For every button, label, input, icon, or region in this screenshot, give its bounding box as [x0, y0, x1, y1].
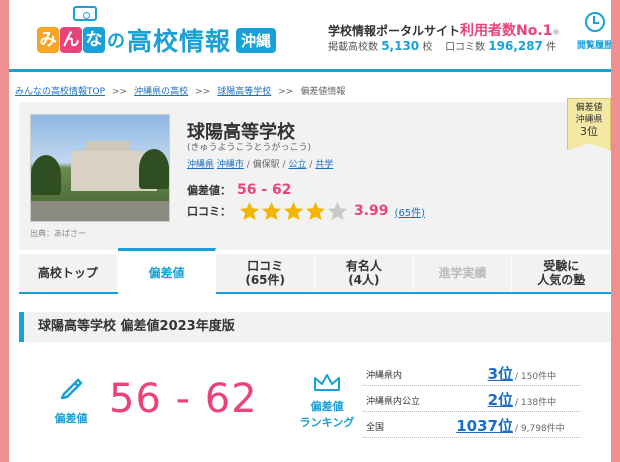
tab-label: 受験に [543, 259, 580, 273]
star-icon [262, 201, 281, 220]
review-row: 口コミ： 3.99 (65件) [187, 200, 425, 222]
logo-char: な [83, 27, 105, 53]
pencil-icon [60, 378, 83, 400]
ranking-value-link[interactable]: 3位 [443, 363, 513, 384]
tagline-highlight: 利用者数No.1 [460, 23, 553, 39]
tab-sub: (65件) [245, 273, 286, 287]
ranking-row: 沖縄県内公立 2位 / 138件中 [363, 386, 581, 412]
tag-station: / 偏保駅 / [246, 160, 286, 170]
tab-cram-school[interactable]: 受験に 人気の塾 [512, 254, 611, 292]
tab-label: 高校トップ [37, 266, 98, 280]
section-title: 球陽高等学校 偏差値2023年度版 [19, 312, 611, 342]
review-label: 口コミ： [187, 205, 231, 218]
rating-stars [239, 201, 348, 222]
ranking-label: 沖縄県内公立 [366, 397, 421, 407]
schools-label: 掲載高校数 [328, 42, 378, 53]
logo-char: ん [60, 27, 82, 53]
history-label: 閲覧履歴 [577, 41, 611, 51]
ranking-row: 沖縄県内 3位 / 150件中 [363, 360, 581, 386]
school-tags: 沖縄県 沖縄市 / 偏保駅 / 公立 / 共学 [187, 157, 333, 170]
ranking-icon-label2: ランキング [299, 416, 355, 429]
ranking-value-link[interactable]: 1037位 [443, 415, 513, 436]
tab-sub: (4人) [348, 273, 380, 287]
deviation-icon-label: 偏差値 [54, 412, 88, 425]
deviation-big-value: 56 - 62 [109, 376, 258, 422]
tab-label: 偏差値 [148, 265, 185, 280]
school-photo [30, 114, 170, 222]
logo-main-text: 高校情報 [127, 27, 232, 56]
ranking-total: / 138件中 [515, 398, 557, 408]
tag-city-link[interactable]: 沖縄市 [217, 160, 244, 170]
school-kana: (きゅうようこうとうがっこう) [187, 143, 312, 153]
breadcrumb-link[interactable]: 沖縄県の高校 [134, 87, 188, 97]
ranking-label: 全国 [366, 423, 385, 433]
star-icon [306, 201, 325, 220]
reviews-value: 196,287 [488, 39, 543, 53]
star-icon [284, 201, 303, 220]
breadcrumb-separator: >> [278, 87, 294, 97]
tab-label: 有名人 [345, 259, 382, 273]
review-count-link[interactable]: (65件) [395, 204, 426, 219]
breadcrumb: みんなの高校情報TOP >> 沖縄県の高校 >> 球陽高等学校 >> 偏差値情報 [15, 84, 345, 97]
deviation-value: 56 - 62 [237, 182, 292, 198]
ranking-label: 沖縄県内 [366, 371, 403, 381]
photo-credit: 出典：あばさー [30, 229, 86, 238]
reviews-unit: 件 [546, 42, 557, 53]
ranking-total: / 9,798件中 [515, 424, 565, 434]
breadcrumb-link[interactable]: みんなの高校情報TOP [15, 87, 105, 97]
logo-mina: み ん な [37, 27, 105, 53]
deviation-row: 偏差値： 56 - 62 [187, 182, 292, 198]
site-stats: 掲載高校数 5,130 校 口コミ数 196,287 件 [328, 38, 556, 53]
site-logo[interactable]: み ん な の 高校情報 沖縄 [37, 17, 277, 63]
tag-prefecture-link[interactable]: 沖縄県 [187, 160, 214, 170]
clock-history-icon [585, 12, 605, 32]
tab-label: 進学実績 [438, 266, 487, 280]
tab-results: 進学実績 [414, 254, 513, 292]
ranking-table: 沖縄県内 3位 / 150件中 沖縄県内公立 2位 / 138件中 全国 103… [363, 360, 581, 438]
rating-value: 3.99 [354, 203, 389, 219]
tab-celebrities[interactable]: 有名人 (4人) [315, 254, 414, 292]
reviews-label: 口コミ数 [445, 42, 486, 53]
breadcrumb-current: 偏差値情報 [300, 87, 346, 97]
deviation-block: 偏差値 [51, 372, 91, 426]
crown-icon [314, 374, 340, 391]
tab-deviation[interactable]: 偏差値 [117, 248, 217, 294]
deviation-label: 偏差値： [187, 184, 231, 197]
tagline-prefix: 学校情報ポータルサイト [328, 24, 461, 38]
site-header: み ん な の 高校情報 沖縄 学校情報ポータルサイト利用者数No.1※ 掲載高… [9, 0, 611, 72]
logo-no: の [107, 31, 125, 52]
breadcrumb-link[interactable]: 球陽高等学校 [217, 87, 271, 97]
page-frame: み ん な の 高校情報 沖縄 学校情報ポータルサイト利用者数No.1※ 掲載高… [9, 0, 611, 462]
tab-reviews[interactable]: 口コミ (65件) [216, 254, 316, 292]
schools-value: 5,130 [381, 39, 420, 53]
tab-label: 口コミ [247, 259, 284, 273]
tab-top[interactable]: 高校トップ [19, 254, 118, 292]
rank-badge-rank: 3位 [580, 125, 598, 138]
school-tabs: 高校トップ 偏差値 口コミ (65件) 有名人 (4人) 進学実績 受験に 人気の塾 [19, 248, 611, 294]
ranking-block: 偏差値 ランキング [299, 372, 355, 430]
ranking-total: / 150件中 [515, 372, 557, 382]
ranking-row: 全国 1037位 / 9,798件中 [363, 412, 581, 438]
tag-public-link[interactable]: 公立 [288, 160, 306, 170]
breadcrumb-separator: >> [112, 87, 128, 97]
tag-sep: / [309, 160, 313, 170]
tagline: 学校情報ポータルサイト利用者数No.1※ [328, 20, 560, 40]
star-icon [240, 201, 259, 220]
tab-sub: 人気の塾 [537, 273, 586, 287]
logo-prefecture: 沖縄 [236, 27, 277, 53]
tagline-note: ※ [552, 28, 560, 38]
logo-char: み [37, 27, 59, 53]
rank-badge: 偏差値 沖縄県 3位 [567, 98, 611, 150]
rank-badge-line: 偏差値 [575, 103, 603, 113]
schools-unit: 校 [422, 42, 433, 53]
school-info-panel: 出典：あばさー 球陽高等学校 (きゅうようこうとうがっこう) 沖縄県 沖縄市 /… [19, 98, 611, 250]
tag-coed-link[interactable]: 共学 [315, 160, 333, 170]
breadcrumb-separator: >> [195, 87, 211, 97]
star-icon [328, 201, 347, 220]
ranking-icon-label1: 偏差値 [310, 400, 344, 413]
ranking-value-link[interactable]: 2位 [443, 389, 513, 410]
history-button[interactable]: 閲覧履歴 [577, 12, 611, 51]
